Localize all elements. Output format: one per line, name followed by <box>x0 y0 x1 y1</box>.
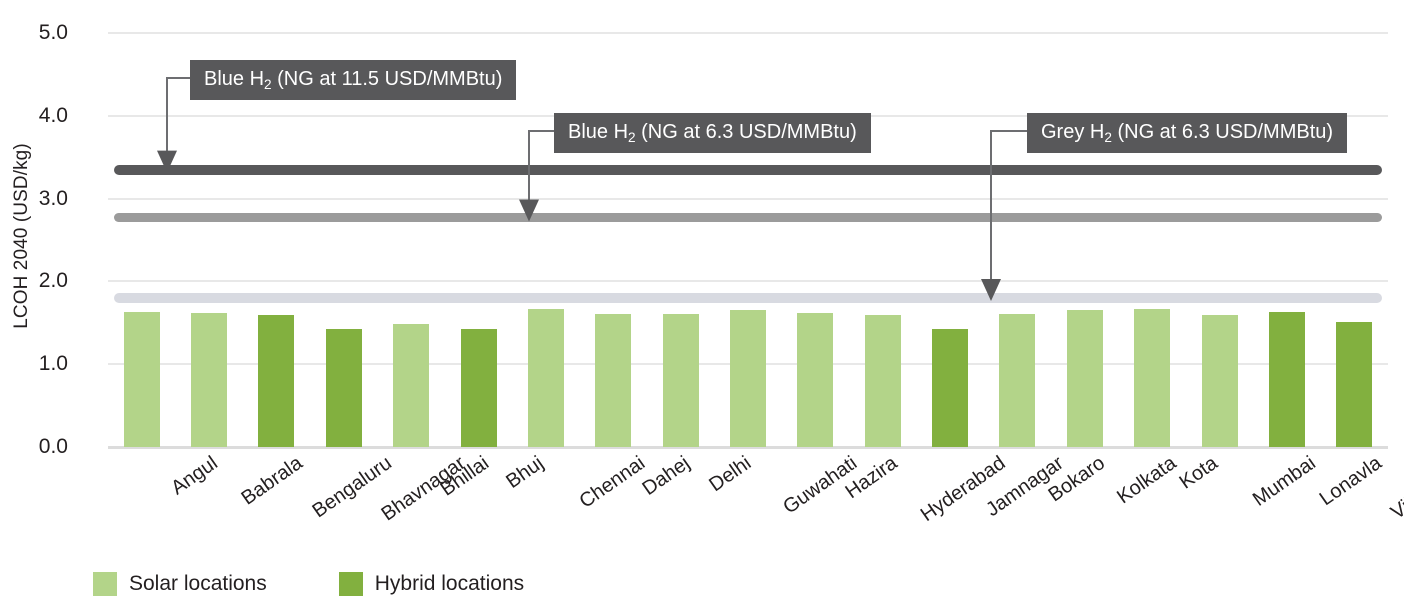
callout-label-rest: (NG at 6.3 USD/MMBtu) <box>635 121 857 143</box>
callout-blue115: Blue H2 (NG at 11.5 USD/MMBtu) <box>190 60 517 100</box>
bar[interactable] <box>325 328 362 447</box>
callout-connector-blue63 <box>519 130 554 222</box>
callout-label-rest: (NG at 11.5 USD/MMBtu) <box>271 68 503 90</box>
callout-grey63: Grey H2 (NG at 6.3 USD/MMBtu) <box>1027 113 1348 153</box>
bar[interactable] <box>460 329 497 447</box>
callout-blue63: Blue H2 (NG at 6.3 USD/MMBtu) <box>554 113 871 153</box>
callout-label: Blue H <box>568 121 629 143</box>
callout-label-rest: (NG at 6.3 USD/MMBtu) <box>1111 121 1334 143</box>
callout-subscript: 2 <box>264 77 272 93</box>
legend-label: Solar locations <box>129 572 267 595</box>
legend-item-solar[interactable]: Solar locations <box>93 572 267 596</box>
callout-connector-blue115 <box>157 77 190 173</box>
bar[interactable] <box>864 314 901 447</box>
y-axis-tick-label: 3.0 <box>38 186 68 210</box>
bar[interactable] <box>191 312 228 447</box>
bar[interactable] <box>595 313 632 447</box>
callout-label: Grey H <box>1041 121 1105 143</box>
bar[interactable] <box>123 312 160 447</box>
x-axis-tick-label: Dahej <box>638 452 695 500</box>
bar[interactable] <box>258 314 295 447</box>
legend-swatch-icon <box>338 572 363 596</box>
y-axis-title: LCOH 2040 (USD/kg) <box>11 143 32 329</box>
bar[interactable] <box>1336 321 1373 447</box>
bar[interactable] <box>797 312 834 447</box>
callout-subscript: 2 <box>1104 130 1112 146</box>
bar[interactable] <box>1066 309 1103 447</box>
chart-page: LCOH 2040 (USD/kg) 0.0 1.0 2.0 3.0 4.0 5.0 An… <box>0 0 1404 611</box>
bar[interactable] <box>1134 308 1171 447</box>
x-axis-tick-label: Bhuj <box>501 452 548 493</box>
callout-label: Blue H <box>204 68 265 90</box>
bar[interactable] <box>662 313 699 447</box>
bar[interactable] <box>999 313 1036 447</box>
y-axis-tick-label: 0.0 <box>38 435 68 458</box>
legend-item-hybrid[interactable]: Hybrid locations <box>338 572 525 596</box>
x-axis-tick-label: Babrala <box>237 452 307 510</box>
x-axis-tick-label: Vijaynagar <box>1387 452 1404 525</box>
legend-label: Hybrid locations <box>374 572 525 595</box>
y-axis-tick-label: 2.0 <box>38 269 68 293</box>
callout-subscript: 2 <box>628 130 636 146</box>
x-axis-tick-label: Kota <box>1175 452 1222 494</box>
bar[interactable] <box>730 310 766 447</box>
y-axis-tick-label: 1.0 <box>38 352 68 376</box>
legend-swatch-icon <box>93 572 117 596</box>
bar[interactable] <box>932 329 969 447</box>
bar[interactable] <box>527 308 564 447</box>
x-axis-tick-labels: Angul Babrala Bengaluru Bhavnagar Bhillai Bhu… <box>108 452 1404 562</box>
chart-legend: Solar locations Hybrid locations <box>93 572 582 596</box>
x-axis-tick-label: Mumbai <box>1248 452 1320 511</box>
bar[interactable] <box>1268 312 1305 447</box>
bar[interactable] <box>393 323 430 447</box>
y-axis-tick-label: 5.0 <box>38 21 68 44</box>
callout-connector-grey63 <box>981 130 1027 301</box>
bar[interactable] <box>1201 314 1238 447</box>
x-axis-tick-label: Kolkata <box>1112 452 1181 509</box>
x-axis-tick-label: Angul <box>166 452 222 500</box>
x-axis-tick-label: Delhi <box>704 452 755 497</box>
x-axis-tick-label: Lonavla <box>1315 452 1386 511</box>
y-axis-tick-label: 4.0 <box>38 103 68 127</box>
